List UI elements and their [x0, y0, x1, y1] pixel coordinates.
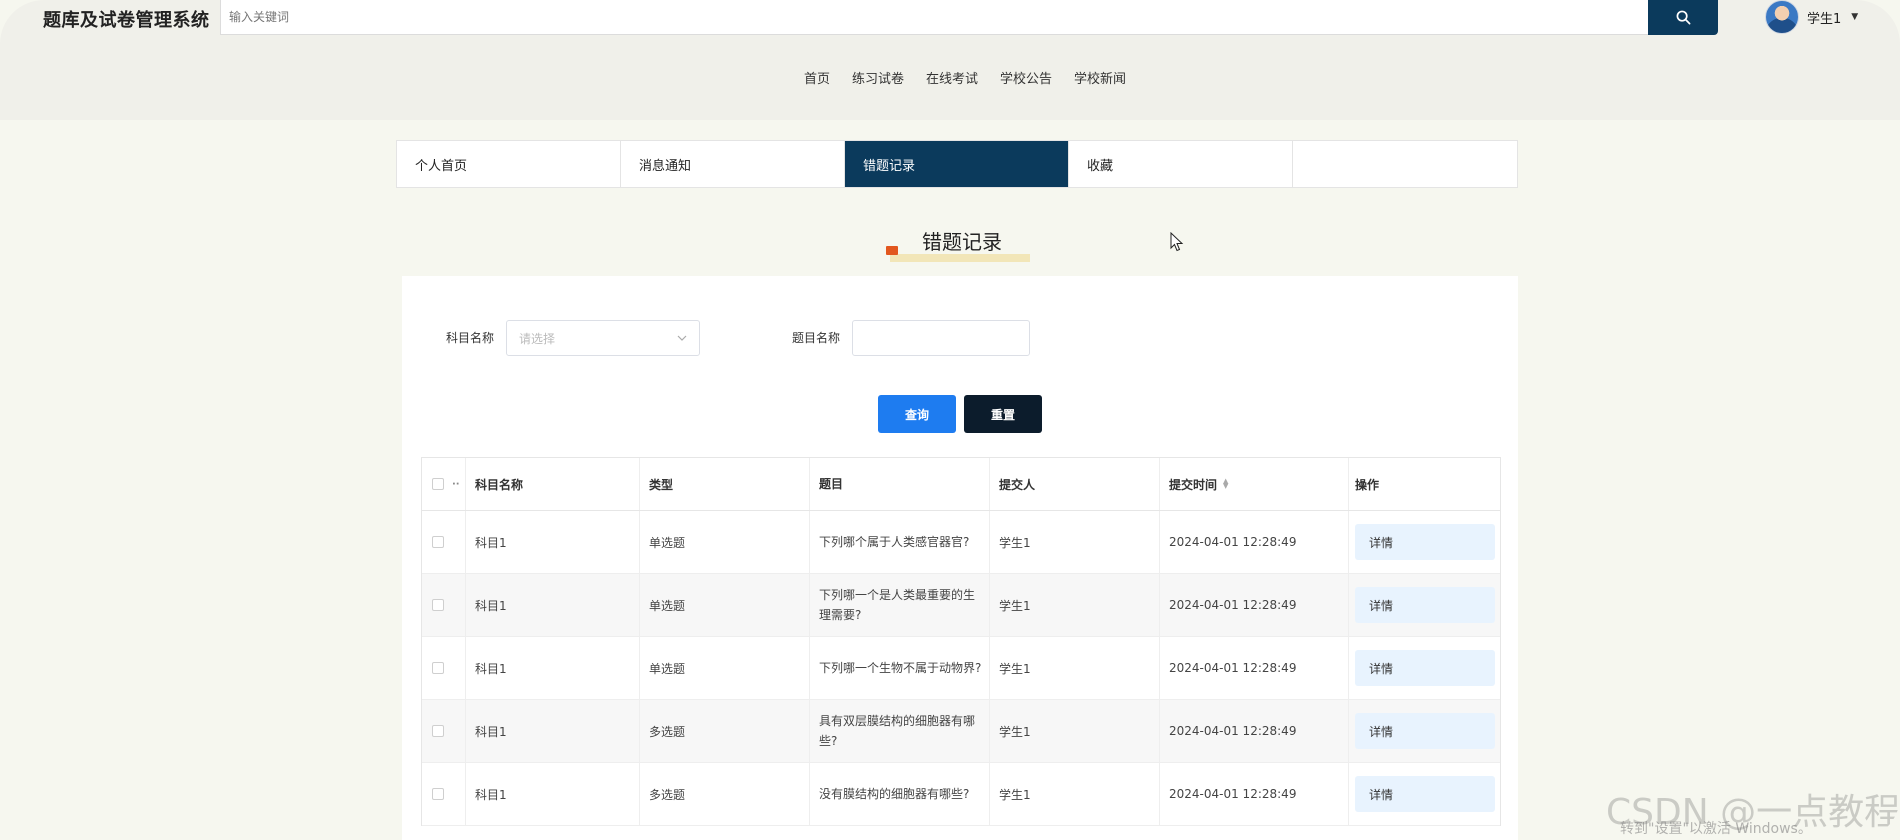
- main-nav: 首页 练习试卷 在线考试 学校公告 学校新闻: [0, 68, 1900, 87]
- detail-button[interactable]: 详情: [1355, 587, 1495, 623]
- nav-item-home[interactable]: 首页: [804, 68, 830, 87]
- search-icon: [1676, 10, 1690, 25]
- search-button[interactable]: [1648, 0, 1718, 35]
- cell-subject: 科目1: [466, 700, 640, 762]
- header-question: 题目: [810, 458, 990, 510]
- tab-messages[interactable]: 消息通知: [621, 141, 845, 187]
- detail-button[interactable]: 详情: [1355, 650, 1495, 686]
- cell-submitter: 学生1: [990, 637, 1160, 699]
- cell-question: 没有膜结构的细胞器有哪些?: [810, 763, 990, 825]
- cell-submitter: 学生1: [990, 700, 1160, 762]
- header-time-cell[interactable]: 提交时间 ▲ ▼: [1160, 458, 1349, 510]
- table-row: 科目1 单选题 下列哪一个生物不属于动物界? 学生1 2024-04-01 12…: [422, 637, 1500, 700]
- cell-question: 具有双层膜结构的细胞器有哪些?: [810, 700, 990, 762]
- header-type: 类型: [640, 458, 810, 510]
- question-filter-label: 题目名称: [792, 331, 841, 345]
- search-box: [220, 0, 1649, 35]
- query-button[interactable]: 查询: [878, 395, 956, 433]
- cell-question: 下列哪一个生物不属于动物界?: [810, 637, 990, 699]
- row-checkbox[interactable]: [432, 599, 444, 611]
- app-title: 题库及试卷管理系统: [43, 10, 210, 31]
- chevron-down-icon: ▼: [1851, 12, 1859, 22]
- nav-item-notice[interactable]: 学校公告: [1000, 68, 1052, 87]
- tab-wrong-questions[interactable]: 错题记录: [845, 141, 1069, 187]
- cell-subject: 科目1: [466, 637, 640, 699]
- chevron-down-icon: [677, 335, 687, 341]
- detail-button[interactable]: 详情: [1355, 713, 1495, 749]
- table-row: 科目1 多选题 没有膜结构的细胞器有哪些? 学生1 2024-04-01 12:…: [422, 763, 1500, 826]
- cell-subject: 科目1: [466, 511, 640, 573]
- cell-time: 2024-04-01 12:28:49: [1160, 763, 1349, 825]
- cell-subject: 科目1: [466, 574, 640, 636]
- page-title: 错题记录: [922, 230, 1002, 254]
- subject-filter-label: 科目名称: [446, 331, 495, 345]
- cell-time: 2024-04-01 12:28:49: [1160, 511, 1349, 573]
- header-submitter: 提交人: [990, 458, 1160, 510]
- cell-question: 下列哪一个是人类最重要的生理需要?: [810, 574, 990, 636]
- content-panel: 科目名称 请选择 题目名称 查询 重置 ·· 科目名称 类型 题目 提交人 提交…: [402, 276, 1518, 840]
- search-input[interactable]: [221, 0, 1648, 34]
- cell-time: 2024-04-01 12:28:49: [1160, 574, 1349, 636]
- ellipsis-icon: ··: [452, 478, 460, 490]
- cell-question: 下列哪个属于人类感官器官?: [810, 511, 990, 573]
- question-name-input[interactable]: [852, 320, 1030, 356]
- app-window: 题库及试卷管理系统 学生1 ▼ 首页 练习试卷 在线考试 学校公告 学校新闻 个…: [0, 0, 1900, 840]
- cell-subject: 科目1: [466, 763, 640, 825]
- row-checkbox[interactable]: [432, 725, 444, 737]
- tab-empty: [1293, 141, 1517, 187]
- user-menu[interactable]: 学生1 ▼: [1765, 0, 1858, 34]
- sort-icon[interactable]: ▲ ▼: [1223, 478, 1228, 490]
- header-checkbox-cell: ··: [422, 458, 466, 510]
- table-row: 科目1 多选题 具有双层膜结构的细胞器有哪些? 学生1 2024-04-01 1…: [422, 700, 1500, 763]
- flag-icon: [886, 246, 898, 255]
- cell-type: 多选题: [640, 700, 810, 762]
- cell-type: 单选题: [640, 574, 810, 636]
- nav-item-exam[interactable]: 在线考试: [926, 68, 978, 87]
- tab-profile[interactable]: 个人首页: [397, 141, 621, 187]
- windows-activation-notice: 转到"设置"以激活 Windows。: [1620, 821, 1812, 837]
- top-header: 题库及试卷管理系统 学生1 ▼ 首页 练习试卷 在线考试 学校公告 学校新闻: [0, 0, 1900, 120]
- cell-submitter: 学生1: [990, 763, 1160, 825]
- row-checkbox[interactable]: [432, 662, 444, 674]
- subject-select[interactable]: 请选择: [506, 320, 700, 356]
- detail-button[interactable]: 详情: [1355, 776, 1495, 812]
- row-checkbox[interactable]: [432, 536, 444, 548]
- profile-tabs: 个人首页 消息通知 错题记录 收藏: [396, 140, 1518, 188]
- mouse-cursor-icon: [1170, 232, 1184, 252]
- table-row: 科目1 单选题 下列哪个属于人类感官器官? 学生1 2024-04-01 12:…: [422, 511, 1500, 574]
- cell-time: 2024-04-01 12:28:49: [1160, 637, 1349, 699]
- cell-time: 2024-04-01 12:28:49: [1160, 700, 1349, 762]
- reset-button[interactable]: 重置: [964, 395, 1042, 433]
- cell-submitter: 学生1: [990, 511, 1160, 573]
- header-action: 操作: [1355, 477, 1380, 492]
- wrong-questions-table: ·· 科目名称 类型 题目 提交人 提交时间 ▲ ▼ 操作 科目1 单选题 下列哪…: [421, 457, 1501, 826]
- row-checkbox[interactable]: [432, 788, 444, 800]
- avatar-icon: [1765, 0, 1799, 34]
- table-row: 科目1 单选题 下列哪一个是人类最重要的生理需要? 学生1 2024-04-01…: [422, 574, 1500, 637]
- select-all-checkbox[interactable]: [432, 478, 444, 490]
- user-name: 学生1: [1807, 11, 1842, 27]
- cell-type: 多选题: [640, 763, 810, 825]
- header-subject: 科目名称: [466, 458, 640, 510]
- title-underline: [890, 254, 1030, 262]
- detail-button[interactable]: 详情: [1355, 524, 1495, 560]
- cell-submitter: 学生1: [990, 574, 1160, 636]
- nav-item-practice[interactable]: 练习试卷: [852, 68, 904, 87]
- table-header: ·· 科目名称 类型 题目 提交人 提交时间 ▲ ▼ 操作: [422, 458, 1500, 511]
- cell-type: 单选题: [640, 637, 810, 699]
- cell-type: 单选题: [640, 511, 810, 573]
- header-time: 提交时间: [1169, 477, 1218, 492]
- tab-favorites[interactable]: 收藏: [1069, 141, 1293, 187]
- nav-item-news[interactable]: 学校新闻: [1074, 68, 1126, 87]
- section-heading: 错题记录: [884, 224, 1034, 264]
- subject-select-placeholder: 请选择: [519, 331, 556, 346]
